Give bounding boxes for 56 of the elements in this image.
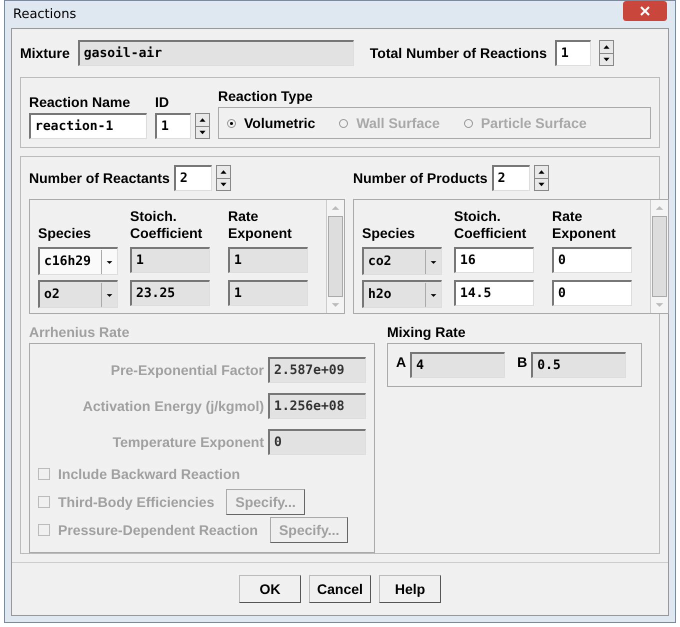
close-button[interactable] [623,1,667,21]
reaction-name-field[interactable]: reaction-1 [29,113,147,139]
exponent-field[interactable]: 0 [552,247,632,273]
count-label: Number of Products [353,168,488,188]
field-label: B [517,353,528,372]
arrhenius-rate-title: Arrhenius Rate [29,323,130,342]
count-field[interactable]: 2 [174,165,212,191]
spinner-arrows-icon[interactable] [216,165,231,191]
checkbox-label: Pressure-Dependent Reaction [58,520,258,540]
spinner-arrows-icon[interactable] [598,40,614,66]
coefficient-field[interactable]: 16 [454,247,534,273]
column-header: Rate Exponent [228,208,293,242]
id-field[interactable]: 1 [155,113,191,139]
mixture-label: Mixture [20,44,70,62]
column-header: Stoich. Coefficient [130,208,204,242]
checkbox-label: Include Backward Reaction [58,464,240,484]
field-label: Temperature Exponent [112,432,264,452]
total-reactions-label: Total Number of Reactions [370,44,547,62]
count-field[interactable]: 2 [492,165,530,191]
dialog-button[interactable]: Help [379,575,441,603]
reaction-name-label: Reaction Name [29,93,132,112]
window-title: Reactions [13,6,76,24]
field-label: A [396,353,406,372]
column-header: Species [362,225,416,242]
radio-option[interactable]: Volumetric [227,112,316,134]
species-dropdown[interactable]: h2o [362,280,442,308]
dialog-button[interactable]: OK [239,575,301,603]
coefficient-field[interactable]: 1 [130,247,210,273]
checkbox-label: Third-Body Efficiencies [58,492,214,512]
spinner-arrows-icon[interactable] [195,113,210,139]
total-reactions-field[interactable]: 1 [554,40,591,66]
coefficient-field[interactable]: 14.5 [454,280,534,306]
scrollbar[interactable] [650,200,668,313]
spinner-arrows-icon[interactable] [534,165,549,191]
field-label: Activation Energy (j/kgmol) [82,396,264,416]
column-header: Rate Exponent [552,208,617,242]
mixing-rate-title: Mixing Rate [387,323,467,342]
coefficient-field[interactable]: 23.25 [130,280,210,306]
exponent-field[interactable]: 1 [228,280,308,306]
species-dropdown[interactable]: co2 [362,247,442,275]
mixture-field[interactable]: gasoil-air [78,40,354,66]
reaction-type-label: Reaction Type [218,87,314,106]
count-label: Number of Reactants [29,168,170,188]
dialog-button[interactable]: Cancel [309,575,371,603]
field-label: Pre-Exponential Factor [110,360,264,380]
exponent-field[interactable]: 0 [552,280,632,306]
scrollbar[interactable] [326,200,344,313]
mixing-rate-field[interactable]: 0.5 [531,352,626,378]
mixing-rate-field[interactable]: 4 [410,352,506,378]
id-label: ID [155,93,170,112]
species-dropdown[interactable]: c16h29 [38,247,118,275]
column-header: Species [38,225,92,242]
species-dropdown[interactable]: o2 [38,280,118,308]
column-header: Stoich. Coefficient [454,208,528,242]
close-icon [640,6,650,16]
exponent-field[interactable]: 1 [228,247,308,273]
